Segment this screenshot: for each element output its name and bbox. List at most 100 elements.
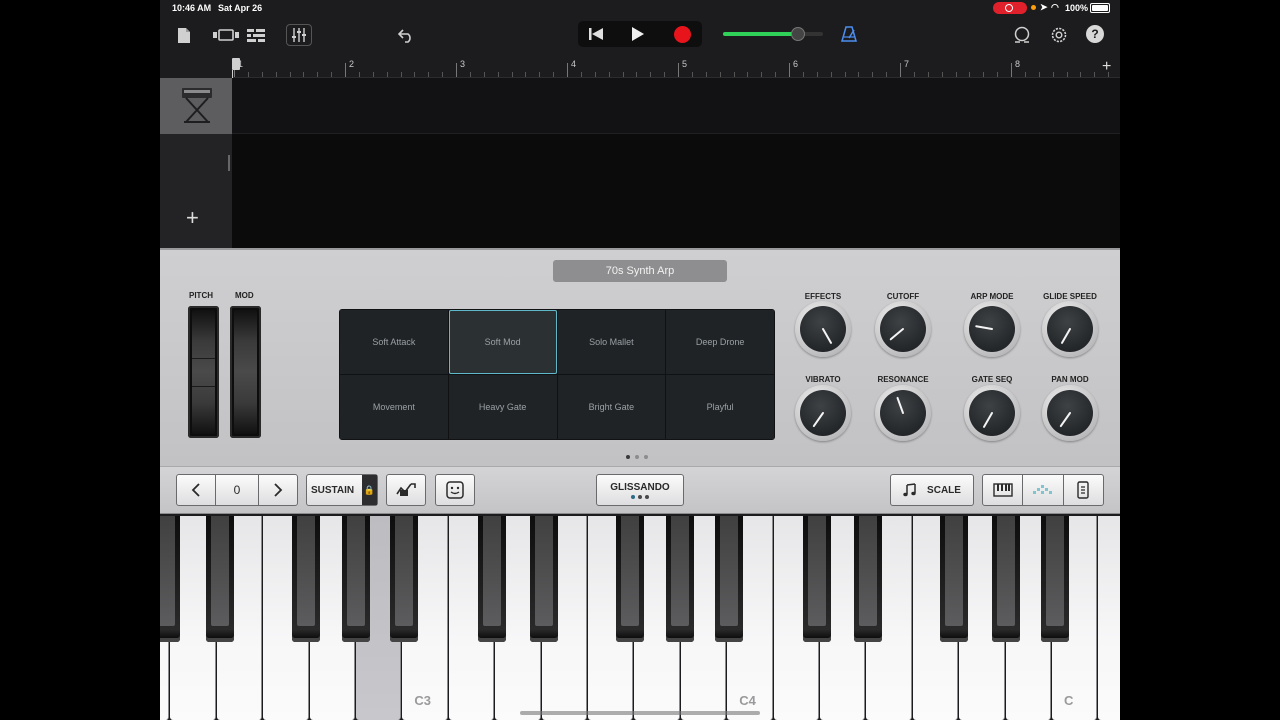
- preset-deep-drone[interactable]: Deep Drone: [666, 310, 774, 374]
- preset-soft-mod[interactable]: Soft Mod: [448, 310, 557, 374]
- knob-resonance[interactable]: [875, 385, 931, 441]
- settings-icon[interactable]: [1049, 25, 1069, 45]
- volume-knob[interactable]: [791, 27, 805, 41]
- piano-keyboard: C3 C4 C: [160, 514, 1120, 720]
- ruler-tick: [747, 72, 749, 77]
- location-icon: ➤: [1040, 2, 1048, 12]
- ruler-tick: [622, 72, 624, 77]
- knob-cutoff[interactable]: [875, 301, 931, 357]
- status-time: 10:46 AM: [172, 3, 212, 13]
- white-key[interactable]: [1098, 516, 1120, 720]
- timeline-ruler[interactable]: 12345678: [232, 56, 1120, 78]
- view-toggle-icon[interactable]: [212, 26, 240, 44]
- ruler-tick: [1038, 72, 1040, 77]
- pitch-wheel[interactable]: [188, 306, 219, 438]
- playhead[interactable]: [232, 58, 240, 70]
- preset-solo-mallet[interactable]: Solo Mallet: [557, 310, 666, 374]
- knob-effects[interactable]: [795, 301, 851, 357]
- preset-heavy-gate[interactable]: Heavy Gate: [448, 375, 557, 439]
- black-key[interactable]: [666, 516, 694, 642]
- timeline-empty-area[interactable]: [232, 134, 1120, 248]
- knob-vibrato[interactable]: [795, 385, 851, 441]
- master-volume-slider[interactable]: [723, 27, 823, 41]
- record-icon[interactable]: [672, 25, 692, 43]
- add-section-icon[interactable]: +: [1102, 58, 1111, 76]
- knob-arp-mode[interactable]: [964, 301, 1020, 357]
- mod-wheel[interactable]: [230, 306, 261, 438]
- sustain-button[interactable]: SUSTAIN 🔒: [306, 474, 378, 506]
- black-key[interactable]: [530, 516, 558, 642]
- lock-icon[interactable]: 🔒: [362, 475, 377, 505]
- track-lane[interactable]: [232, 78, 1120, 134]
- knob-pointer: [1060, 327, 1072, 345]
- patch-name-button[interactable]: 70s Synth Arp: [553, 260, 727, 282]
- knob-gate-seq[interactable]: [964, 385, 1020, 441]
- loop-browser-icon[interactable]: [1012, 25, 1032, 45]
- glissando-mode-dots: [631, 494, 649, 499]
- pitch-label: PITCH: [189, 291, 213, 300]
- black-key[interactable]: [292, 516, 320, 642]
- document-icon[interactable]: [176, 26, 192, 44]
- ruler-tick: [539, 72, 541, 77]
- preset-label: Solo Mallet: [589, 337, 634, 347]
- black-key[interactable]: [478, 516, 506, 642]
- ruler-tick: [303, 72, 305, 77]
- black-key[interactable]: [206, 516, 234, 642]
- scale-button[interactable]: SCALE: [890, 474, 974, 506]
- smart-controls-button[interactable]: [435, 474, 475, 506]
- page-dot[interactable]: [626, 455, 630, 459]
- ruler-tick: [1052, 72, 1054, 77]
- ruler-bar-line: [345, 63, 346, 77]
- page-indicator[interactable]: [626, 455, 648, 459]
- black-key[interactable]: [715, 516, 743, 642]
- preset-playful[interactable]: Playful: [666, 375, 774, 439]
- black-key[interactable]: [992, 516, 1020, 642]
- black-key[interactable]: [854, 516, 882, 642]
- help-icon[interactable]: ?: [1086, 25, 1104, 43]
- black-key[interactable]: [616, 516, 644, 642]
- black-key[interactable]: [940, 516, 968, 642]
- black-key[interactable]: [803, 516, 831, 642]
- black-key[interactable]: [390, 516, 418, 642]
- ruler-tick: [733, 72, 735, 77]
- octave-up-button[interactable]: [258, 474, 298, 506]
- toolbar: ?: [160, 16, 1120, 56]
- preset-soft-attack[interactable]: Soft Attack: [340, 310, 448, 374]
- glissando-button[interactable]: GLISSANDO: [596, 474, 684, 506]
- knob-cap: [800, 306, 846, 352]
- octave-down-button[interactable]: [176, 474, 216, 506]
- mixer-icon[interactable]: [286, 24, 312, 46]
- add-track-button[interactable]: +: [186, 205, 199, 231]
- knob-pan-mod[interactable]: [1042, 385, 1098, 441]
- home-indicator[interactable]: [520, 711, 760, 715]
- tracks-view-icon[interactable]: [246, 26, 266, 44]
- preset-movement[interactable]: Movement: [340, 375, 448, 439]
- arpeggiator-view-icon[interactable]: [1023, 474, 1063, 506]
- knob-label: ARP MODE: [970, 292, 1014, 301]
- play-icon[interactable]: [628, 25, 648, 43]
- preset-label: Deep Drone: [695, 337, 745, 347]
- arpeggiator-button[interactable]: [386, 474, 426, 506]
- track-header-synth[interactable]: [160, 78, 232, 134]
- preset-bright-gate[interactable]: Bright Gate: [557, 375, 666, 439]
- knob-label: GLIDE SPEED: [1043, 292, 1097, 301]
- keyboard-view-icon[interactable]: [982, 474, 1024, 506]
- knob-pointer: [889, 327, 905, 341]
- knob-glide-speed[interactable]: [1042, 301, 1098, 357]
- track-resize-handle[interactable]: [228, 155, 230, 171]
- metronome-icon[interactable]: [839, 24, 859, 44]
- layout-view-icon[interactable]: [1062, 474, 1104, 506]
- sustain-label: SUSTAIN: [311, 484, 355, 496]
- black-key[interactable]: [160, 516, 180, 642]
- ruler-tick: [497, 72, 499, 77]
- black-key[interactable]: [1041, 516, 1069, 642]
- black-key[interactable]: [342, 516, 370, 642]
- rewind-icon[interactable]: [586, 25, 606, 43]
- ruler-tick: [886, 72, 888, 77]
- page-dot[interactable]: [635, 455, 639, 459]
- screen-recording-icon[interactable]: [993, 2, 1027, 14]
- status-date: Sat Apr 26: [218, 3, 263, 13]
- page-dot[interactable]: [644, 455, 648, 459]
- undo-icon[interactable]: [396, 25, 416, 45]
- ruler-tick: [275, 72, 277, 77]
